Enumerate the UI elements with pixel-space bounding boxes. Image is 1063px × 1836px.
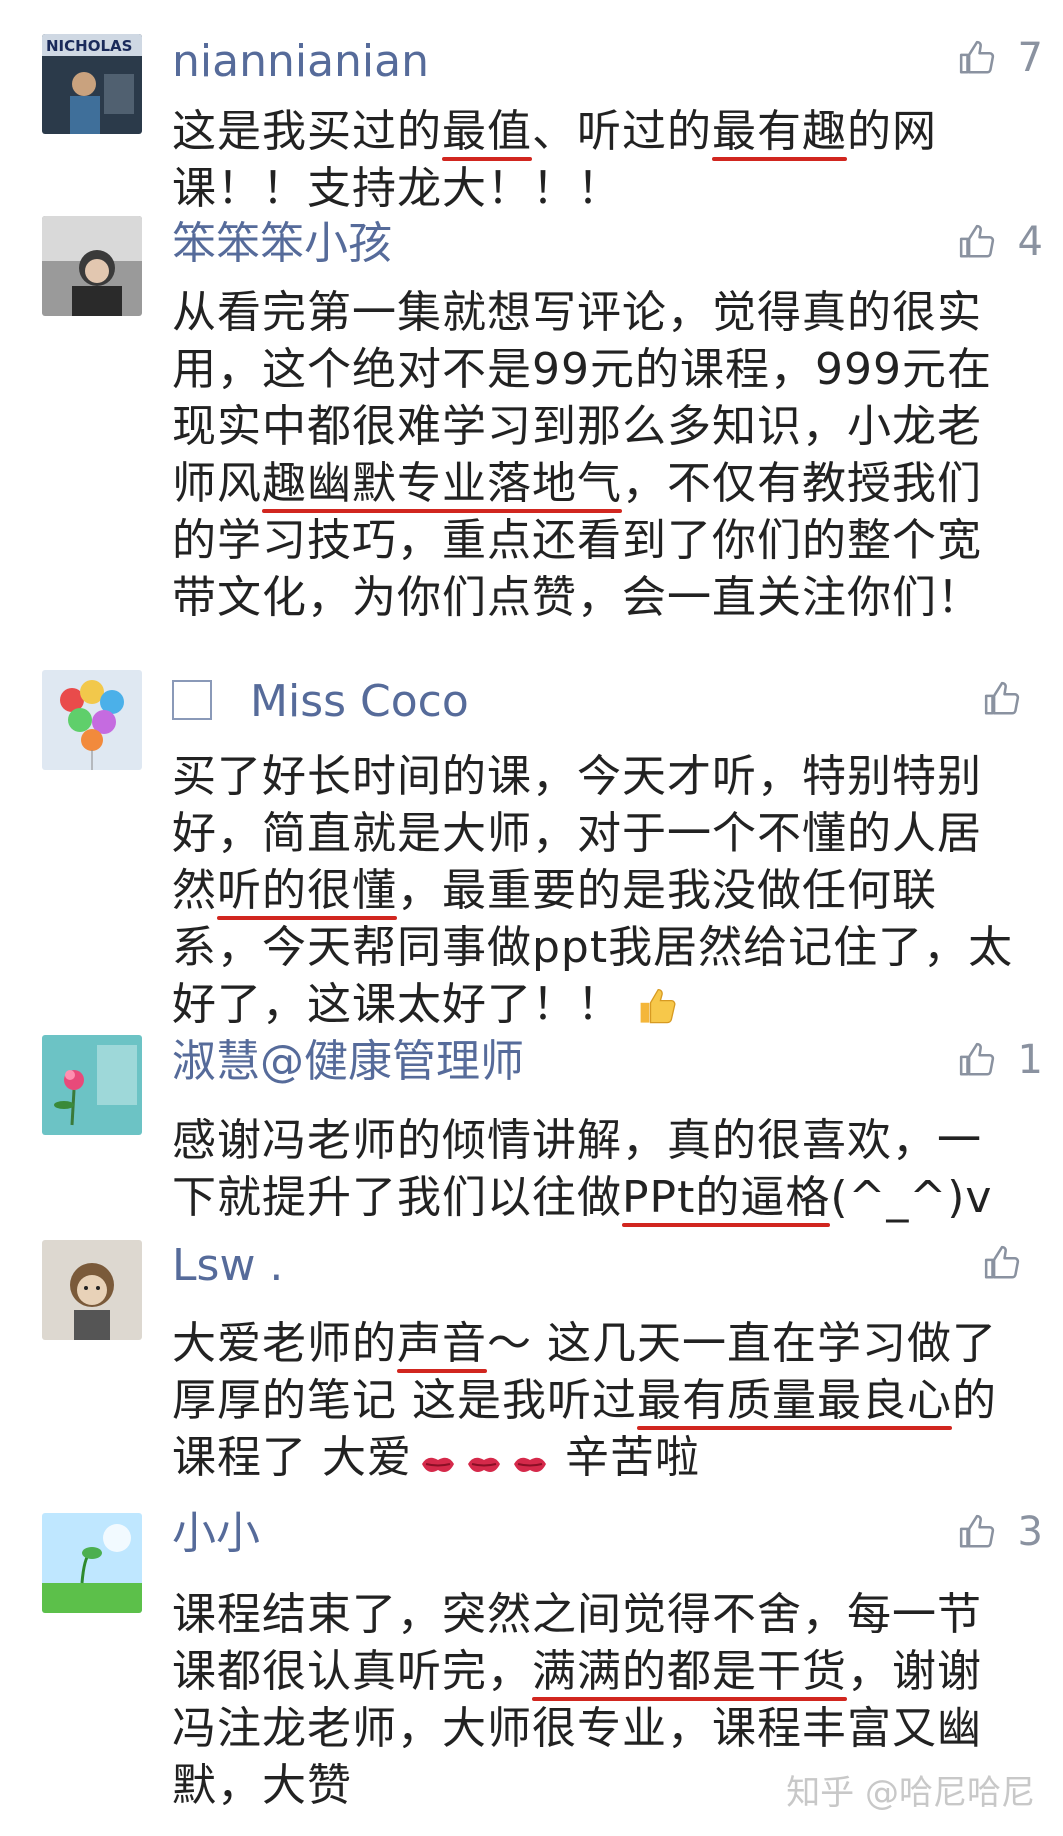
username[interactable]: niannianian xyxy=(172,40,429,84)
user-avatar[interactable] xyxy=(42,1513,142,1613)
user-avatar[interactable] xyxy=(42,216,142,316)
avatar-image xyxy=(42,1035,142,1135)
like-button[interactable]: 4 xyxy=(958,222,1043,262)
underlined-phrase: PPt的逼格 xyxy=(622,1172,831,1223)
username[interactable]: Miss Coco xyxy=(172,680,469,724)
comment-item: Miss Coco 买了好长时间的课，今天才听，特别特别 好，简直就是大师，对于… xyxy=(0,660,1063,1035)
like-button[interactable]: 1 xyxy=(958,1040,1043,1080)
username[interactable]: 淑慧@健康管理师 xyxy=(172,1040,524,1084)
like-button[interactable]: 3 xyxy=(958,1512,1043,1552)
comment-text: 买了好长时间的课，今天才听，特别特别 好，简直就是大师，对于一个不懂的人居 然听… xyxy=(172,748,1022,1041)
comment-item: 淑慧@健康管理师 1 感谢冯老师的倾情讲解，真的很喜欢，一 下就提升了我们以往做… xyxy=(0,1035,1063,1230)
like-count: 4 xyxy=(1017,219,1043,265)
avatar-image xyxy=(42,216,142,316)
avatar-image xyxy=(42,1513,142,1613)
like-count: 3 xyxy=(1017,1509,1043,1555)
underlined-phrase: 最有趣 xyxy=(712,106,847,157)
username[interactable]: Lsw . xyxy=(172,1244,283,1288)
comment-item: Lsw . 大爱老师的声音～ 这几天一直在学习做了 厚厚的笔记 这是我听过最有质… xyxy=(0,1230,1063,1483)
svg-text:NICHOLAS: NICHOLAS xyxy=(46,37,132,55)
like-button[interactable] xyxy=(983,1244,1043,1282)
thumbs-up-icon xyxy=(958,39,996,77)
user-avatar[interactable] xyxy=(42,1240,142,1340)
comment-text: 从看完第一集就想写评论，觉得真的很实 用，这个绝对不是99元的课程，999元在 … xyxy=(172,287,992,623)
like-button[interactable] xyxy=(983,680,1043,718)
underlined-phrase: 满满的都是干货 xyxy=(532,1646,847,1697)
user-avatar[interactable] xyxy=(42,1035,142,1135)
avatar-image xyxy=(42,1240,142,1340)
checkbox-icon xyxy=(172,680,212,720)
thumbs-up-emoji-icon xyxy=(634,983,678,1041)
thumbs-up-icon xyxy=(958,223,996,261)
underlined-phrase: 最有质量最良心 xyxy=(637,1375,952,1426)
watermark: 知乎 @哈尼哈尼 xyxy=(786,1773,1035,1813)
comment-item: 笨笨笨小孩 4 从看完第一集就想写评论，觉得真的很实 用，这个绝对不是99元的课… xyxy=(0,200,1063,660)
username[interactable]: 小小 xyxy=(172,1512,260,1556)
underlined-phrase: 声音 xyxy=(397,1318,487,1369)
avatar-image: NICHOLAS xyxy=(42,34,142,134)
like-button[interactable]: 7 xyxy=(958,38,1043,78)
comment-text: 感谢冯老师的倾情讲解，真的很喜欢，一 下就提升了我们以往做PPt的逼格(^_^)… xyxy=(172,1115,993,1223)
user-avatar[interactable] xyxy=(42,670,142,770)
username[interactable]: 笨笨笨小孩 xyxy=(172,222,392,266)
comment-text: 大爱老师的声音～ 这几天一直在学习做了 厚厚的笔记 这是我听过最有质量最良心的 … xyxy=(172,1315,1022,1494)
thumbs-up-icon xyxy=(958,1041,996,1079)
thumbs-up-icon xyxy=(958,1513,996,1551)
avatar-image xyxy=(42,670,142,770)
thumbs-up-icon xyxy=(983,680,1021,718)
underlined-phrase: 听的很懂 xyxy=(217,865,397,916)
thumbs-up-icon xyxy=(983,1244,1021,1282)
user-avatar[interactable]: NICHOLAS xyxy=(42,34,142,134)
comment-item: NICHOLAS niannianian 7 这是我买过的最值、听过的最有趣的网… xyxy=(0,0,1063,214)
underlined-phrase: 最值 xyxy=(442,106,532,157)
underlined-phrase: 趣幽默专业落地气 xyxy=(262,458,622,509)
like-count: 7 xyxy=(1017,35,1043,81)
like-count: 1 xyxy=(1017,1037,1043,1083)
